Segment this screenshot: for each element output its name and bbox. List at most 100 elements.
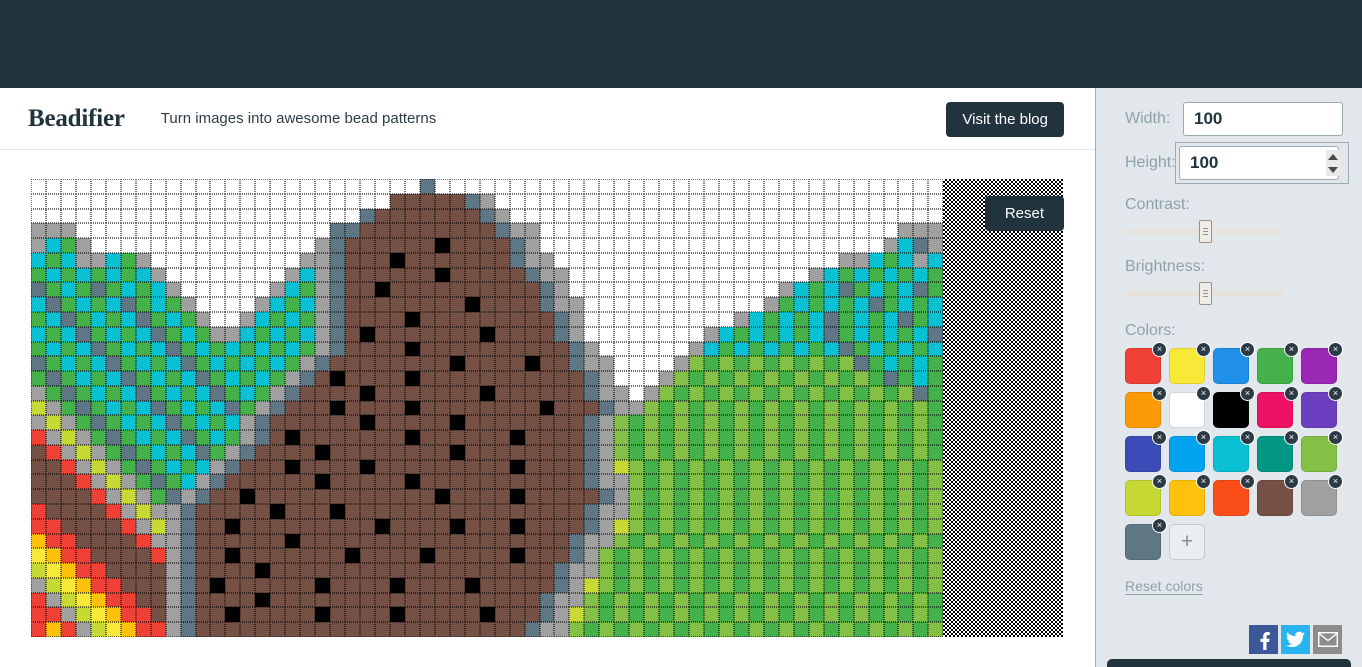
bead-cell[interactable] [883, 326, 899, 342]
bead-cell[interactable] [315, 179, 331, 194]
bead-cell[interactable] [494, 193, 510, 209]
bead-cell[interactable] [494, 208, 510, 224]
bead-cell[interactable] [868, 607, 884, 623]
bead-cell[interactable] [315, 311, 331, 327]
bead-cell[interactable] [629, 518, 645, 534]
bead-cell[interactable] [973, 371, 988, 386]
bead-cell[interactable] [748, 563, 764, 578]
bead-cell[interactable] [973, 504, 988, 519]
bead-cell[interactable] [45, 400, 61, 416]
bead-cell[interactable] [569, 430, 585, 445]
bead-cell[interactable] [375, 179, 390, 194]
bead-cell[interactable] [360, 179, 375, 194]
bead-cell[interactable] [539, 563, 555, 578]
bead-cell[interactable] [868, 356, 884, 372]
bead-cell[interactable] [539, 267, 555, 283]
bead-cell[interactable] [330, 267, 346, 283]
bead-cell[interactable] [524, 430, 540, 445]
bead-cell[interactable] [838, 518, 854, 534]
bead-cell[interactable] [464, 533, 480, 549]
bead-cell[interactable] [868, 208, 884, 224]
bead-cell[interactable] [733, 592, 749, 608]
bead-cell[interactable] [674, 415, 690, 431]
bead-cell[interactable] [389, 607, 405, 623]
bead-cell[interactable] [689, 548, 705, 564]
bead-cell[interactable] [404, 518, 420, 534]
bead-cell[interactable] [255, 267, 271, 283]
bead-cell[interactable] [150, 400, 166, 416]
bead-cell[interactable] [913, 548, 929, 564]
bead-cell[interactable] [449, 341, 465, 357]
bead-cell[interactable] [434, 518, 450, 534]
bead-cell[interactable] [285, 326, 301, 342]
bead-cell[interactable] [45, 592, 61, 608]
bead-cell[interactable] [1003, 548, 1018, 563]
bead-cell[interactable] [1033, 386, 1048, 401]
bead-cell[interactable] [898, 223, 914, 239]
bead-cell[interactable] [255, 430, 271, 445]
bead-cell[interactable] [389, 223, 405, 239]
bead-cell[interactable] [464, 459, 480, 475]
bead-cell[interactable] [584, 179, 600, 194]
bead-cell[interactable] [375, 489, 390, 505]
bead-cell[interactable] [285, 504, 301, 519]
bead-cell[interactable] [674, 223, 690, 239]
bead-cell[interactable] [719, 504, 734, 519]
spinner-down-icon[interactable] [1328, 166, 1338, 173]
bead-cell[interactable] [913, 385, 929, 401]
bead-cell[interactable] [674, 193, 690, 209]
bead-cell[interactable] [135, 208, 151, 224]
bead-cell[interactable] [31, 356, 46, 372]
bead-cell[interactable] [389, 238, 405, 253]
bead-cell[interactable] [704, 400, 719, 416]
bead-cell[interactable] [300, 311, 316, 327]
bead-cell[interactable] [31, 282, 46, 298]
bead-cell[interactable] [659, 252, 675, 268]
bead-cell[interactable] [943, 356, 958, 371]
bead-cell[interactable] [629, 385, 645, 401]
bead-cell[interactable] [210, 548, 226, 564]
bead-cell[interactable] [90, 533, 106, 549]
bead-cell[interactable] [270, 504, 286, 519]
bead-cell[interactable] [584, 238, 600, 253]
bead-cell[interactable] [75, 518, 91, 534]
bead-cell[interactable] [928, 356, 944, 372]
bead-cell[interactable] [345, 592, 361, 608]
bead-cell[interactable] [674, 474, 690, 490]
bead-cell[interactable] [389, 474, 405, 490]
bead-cell[interactable] [958, 253, 973, 268]
bead-cell[interactable] [763, 518, 779, 534]
bead-cell[interactable] [808, 607, 824, 623]
bead-cell[interactable] [614, 282, 630, 298]
bead-cell[interactable] [838, 577, 854, 593]
bead-cell[interactable] [195, 592, 211, 608]
bead-cell[interactable] [315, 326, 331, 342]
bead-cell[interactable] [60, 592, 76, 608]
bead-cell[interactable] [464, 179, 480, 194]
bead-cell[interactable] [120, 267, 136, 283]
bead-cell[interactable] [255, 326, 271, 342]
bead-cell[interactable] [255, 385, 271, 401]
bead-cell[interactable] [883, 371, 899, 386]
bead-cell[interactable] [674, 252, 690, 268]
bead-cell[interactable] [808, 459, 824, 475]
bead-cell[interactable] [928, 459, 944, 475]
bead-cell[interactable] [434, 193, 450, 209]
bead-cell[interactable] [449, 533, 465, 549]
bead-cell[interactable] [943, 534, 958, 549]
bead-cell[interactable] [315, 563, 331, 578]
bead-cell[interactable] [778, 297, 794, 312]
bead-cell[interactable] [165, 208, 181, 224]
bead-cell[interactable] [748, 400, 764, 416]
bead-cell[interactable] [419, 622, 435, 637]
bead-cell[interactable] [240, 489, 256, 505]
bead-cell[interactable] [90, 326, 106, 342]
bead-cell[interactable] [808, 238, 824, 253]
bead-cell[interactable] [644, 208, 660, 224]
bead-cell[interactable] [464, 400, 480, 416]
bead-cell[interactable] [614, 311, 630, 327]
bead-cell[interactable] [270, 223, 286, 239]
bead-cell[interactable] [823, 592, 839, 608]
bead-cell[interactable] [943, 519, 958, 534]
bead-cell[interactable] [988, 534, 1003, 549]
